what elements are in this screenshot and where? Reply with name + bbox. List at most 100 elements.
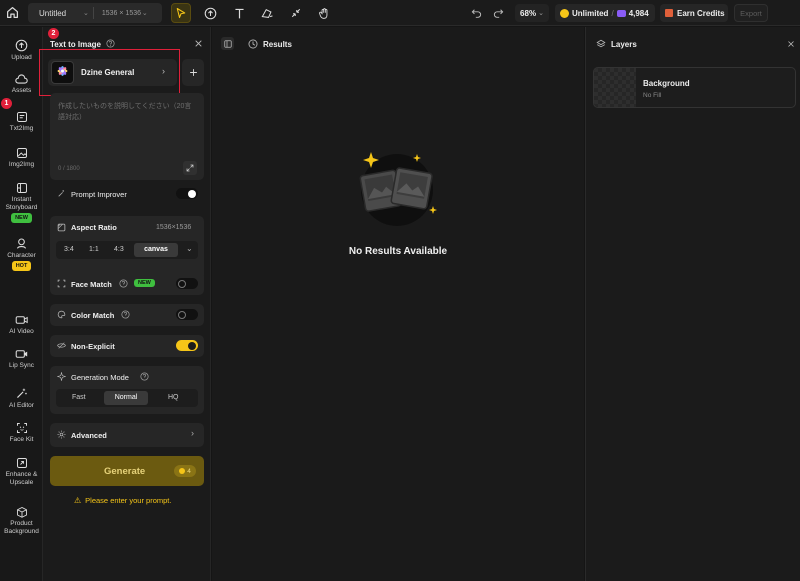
undo-icon[interactable] — [471, 7, 482, 18]
face-match-row: Face Match NEW — [50, 273, 204, 295]
zoom-selector[interactable]: 68% ⌄ — [515, 4, 549, 22]
enhance-icon — [16, 458, 27, 468]
add-model-button[interactable] — [182, 59, 204, 86]
ratio-option[interactable]: 4:3 — [114, 246, 124, 253]
generation-mode-label: Generation Mode — [71, 373, 129, 382]
ratio-option-selected[interactable]: canvas — [134, 243, 178, 257]
resize-tool-button[interactable] — [286, 3, 306, 23]
text-tool-button[interactable] — [229, 3, 249, 23]
image-icon — [16, 148, 27, 158]
export-label: Export — [740, 8, 762, 18]
face-scan-icon — [16, 423, 27, 433]
layer-thumbnail — [594, 68, 636, 107]
credits-display[interactable]: Unlimited / 4,984 — [555, 4, 655, 22]
video-icon — [15, 316, 28, 324]
close-icon[interactable] — [787, 40, 795, 48]
new-badge: NEW — [11, 213, 32, 223]
color-match-toggle[interactable] — [176, 309, 198, 320]
text-image-icon — [16, 112, 27, 122]
prompt-box[interactable]: 作成したいものを説明してください（20言語対応） 0 / 1800 — [50, 93, 204, 180]
mode-option-normal[interactable]: Normal — [104, 391, 148, 405]
sparkle-icon — [57, 372, 66, 381]
sidebar-toggle-icon — [223, 39, 232, 48]
mode-option-fast[interactable]: Fast — [72, 394, 86, 401]
document-selector[interactable]: Untitled ⌄ 1536 × 1536 ⌄ — [28, 3, 162, 23]
rail-label: Instant Storyboard — [5, 196, 38, 211]
rail-item-product-background[interactable]: Product Background — [0, 506, 43, 536]
redo-icon[interactable] — [493, 7, 504, 18]
rail-label: Upload — [11, 54, 32, 61]
expand-icon — [186, 164, 194, 172]
generate-button[interactable]: Generate 4 — [50, 456, 204, 486]
zoom-level: 68% — [520, 8, 537, 18]
storyboard-icon — [16, 183, 27, 193]
collapse-panel-button[interactable] — [221, 37, 234, 50]
home-icon[interactable] — [6, 6, 19, 19]
upload-icon — [15, 39, 28, 52]
help-icon[interactable] — [106, 39, 115, 48]
close-icon[interactable] — [194, 39, 203, 48]
rail-label: Product Background — [4, 520, 39, 535]
rail-item-enhance-upscale[interactable]: Enhance & Upscale — [0, 457, 43, 487]
non-explicit-row: Non-Explicit — [50, 335, 204, 357]
rail-item-character[interactable]: Character HOT — [0, 237, 43, 271]
earn-credits-button[interactable]: Earn Credits — [660, 4, 728, 22]
results-panel: Results No Results Available — [212, 27, 584, 581]
rail-item-upload[interactable]: Upload — [0, 39, 43, 62]
advanced-label: Advanced — [71, 431, 107, 440]
aspect-ratio-value: 1536×1536 — [156, 224, 192, 231]
shape-tool-button[interactable] — [257, 3, 277, 23]
top-bar: Untitled ⌄ 1536 × 1536 ⌄ 68% ⌄ Unlimited… — [0, 0, 800, 26]
divider: / — [611, 8, 614, 18]
layer-fill-status: No Fill — [643, 92, 662, 99]
non-explicit-toggle[interactable] — [176, 340, 198, 351]
mode-option-hq[interactable]: HQ — [168, 394, 179, 401]
generate-cost-value: 4 — [187, 467, 191, 475]
select-tool-button[interactable] — [171, 3, 191, 23]
layer-item-background[interactable]: Background No Fill — [593, 67, 796, 108]
expand-prompt-button[interactable] — [183, 161, 197, 175]
prompt-improver-toggle[interactable] — [176, 188, 198, 199]
rail-item-lip-sync[interactable]: Lip Sync — [0, 348, 43, 370]
help-icon — [140, 372, 149, 381]
rail-item-txt2img[interactable]: Txt2Img — [0, 111, 43, 133]
earn-credits-label: Earn Credits — [677, 8, 725, 18]
credit-count: 4,984 — [628, 8, 649, 18]
palette-icon — [57, 310, 66, 319]
chevron-down-icon: ⌄ — [538, 10, 544, 17]
face-match-toggle[interactable] — [176, 278, 198, 289]
text-icon — [234, 8, 244, 18]
rail-item-assets[interactable]: Assets — [0, 73, 43, 95]
rail-label: Img2Img — [8, 161, 35, 168]
non-explicit-label: Non-Explicit — [71, 342, 115, 351]
rail-label: Lip Sync — [9, 362, 34, 369]
results-title: Results — [263, 40, 292, 49]
plan-label: Unlimited — [572, 8, 609, 18]
chevron-down-icon: ⌄ — [141, 10, 148, 17]
rail-item-img2img[interactable]: Img2Img — [0, 147, 43, 169]
chevron-down-icon[interactable]: ⌄ — [186, 244, 193, 253]
rail-item-face-kit[interactable]: Face Kit — [0, 422, 43, 444]
ratio-option[interactable]: 3:4 — [64, 246, 74, 253]
magic-wand-icon — [17, 388, 27, 398]
hand-tool-button[interactable] — [314, 3, 334, 23]
face-scan-icon — [57, 279, 66, 288]
ratio-option[interactable]: 1:1 — [89, 246, 99, 253]
export-button[interactable]: Export — [734, 4, 768, 22]
history-icon — [248, 39, 258, 49]
rail-label: AI Video — [9, 328, 34, 335]
prompt-input[interactable]: 作成したいものを説明してください（20言語対応） — [58, 101, 198, 123]
advanced-row[interactable]: Advanced › — [50, 423, 204, 447]
warning-text: Please enter your prompt. — [85, 496, 172, 505]
warning-icon: ⚠ — [74, 496, 82, 505]
upload-tool-button[interactable] — [200, 3, 220, 23]
document-title[interactable]: Untitled — [39, 9, 83, 18]
gift-icon — [665, 9, 673, 17]
product-box-icon — [16, 506, 27, 518]
gear-icon — [57, 430, 66, 439]
rail-item-ai-video[interactable]: AI Video — [0, 314, 43, 336]
rail-item-ai-editor[interactable]: AI Editor — [0, 387, 43, 410]
annotation-marker-2: 2 — [48, 28, 59, 39]
coin-icon — [179, 468, 186, 474]
rail-item-storyboard[interactable]: Instant Storyboard NEW — [0, 182, 43, 223]
